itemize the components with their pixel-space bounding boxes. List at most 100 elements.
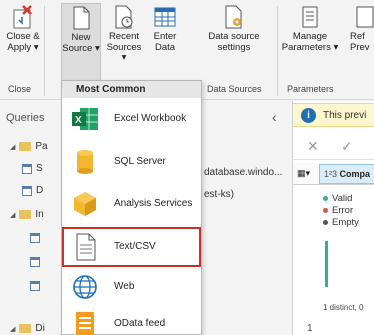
profile-label: Valid	[332, 193, 353, 204]
menu-item-analysis-services[interactable]: Analysis Services	[62, 185, 201, 223]
tree-table[interactable]	[30, 233, 44, 243]
table-icon	[30, 281, 40, 291]
tree-label: In	[35, 209, 44, 220]
menu-item-label: Analysis Services	[114, 198, 193, 209]
table-icon	[30, 257, 40, 267]
collapse-pane-icon[interactable]: ‹	[272, 109, 277, 125]
folder-icon	[19, 210, 32, 219]
recent-sources-label-2: Sources ▾	[106, 41, 142, 63]
empty-dot-icon	[323, 219, 328, 225]
info-text: This previ	[323, 110, 367, 121]
distribution-bar	[325, 241, 328, 287]
menu-item-label: Excel Workbook	[114, 113, 187, 124]
column-name: Compa	[339, 169, 371, 179]
valid-dot-icon	[323, 195, 328, 201]
group-label-close: Close	[8, 84, 32, 94]
cube-icon	[74, 192, 96, 216]
close-apply-label-2: Apply ▾	[7, 41, 39, 53]
confirm-formula-icon[interactable]: ✓	[341, 138, 353, 155]
column-header-row: ▦▾ 1²3 Compa	[293, 163, 374, 185]
refresh-preview-button[interactable]: Ref Prev	[350, 4, 374, 53]
column-type-icon[interactable]: 1²3	[324, 169, 337, 179]
menu-item-label: SQL Server	[114, 156, 166, 167]
refresh-preview-label-1: Ref	[350, 31, 365, 42]
excel-icon: X	[72, 108, 98, 130]
query-icon	[22, 185, 32, 196]
manage-parameters-label-2: Parameters ▾	[281, 41, 339, 53]
cancel-formula-icon[interactable]: ✕	[307, 138, 319, 155]
tree-folder[interactable]: ◢ Di	[10, 323, 45, 334]
refresh-icon	[356, 6, 374, 28]
tree-folder[interactable]: ◢ In	[10, 209, 44, 220]
menu-item-label: Web	[114, 281, 135, 292]
distinct-count: 1 distinct, 0	[323, 303, 364, 312]
expand-triangle-icon[interactable]: ◢	[10, 211, 15, 219]
tree-label: S	[36, 163, 43, 174]
table-icon	[30, 233, 40, 243]
menu-item-sql-server[interactable]: SQL Server	[62, 143, 201, 181]
queries-title: Queries	[6, 112, 45, 124]
menu-item-odata-feed[interactable]: OData feed	[62, 305, 201, 335]
group-separator	[277, 6, 278, 96]
profile-empty: Empty	[323, 217, 359, 228]
tree-folder[interactable]: ◢ Pa	[10, 141, 48, 152]
expand-triangle-icon[interactable]: ◢	[10, 325, 15, 333]
tree-label: Di	[35, 323, 45, 334]
row-number: 1	[307, 323, 313, 334]
info-bar: i This previ	[293, 103, 374, 127]
manage-parameters-button[interactable]: Manage Parameters ▾	[279, 4, 341, 53]
refresh-preview-label-2: Prev	[350, 41, 370, 53]
tree-query[interactable]: S	[22, 163, 43, 174]
odata-icon	[76, 312, 94, 335]
menu-item-text-csv[interactable]: Text/CSV	[62, 227, 201, 267]
profile-label: Error	[332, 205, 354, 216]
menu-item-excel-workbook[interactable]: X Excel Workbook	[62, 100, 201, 138]
info-icon: i	[301, 108, 316, 123]
manage-parameters-label-1: Manage	[292, 31, 328, 42]
new-source-icon	[73, 6, 90, 30]
close-apply-icon	[13, 5, 32, 29]
group-label-parameters: Parameters	[287, 84, 334, 94]
tree-label: D	[36, 185, 44, 196]
tree-query[interactable]: D	[22, 185, 43, 196]
enter-data-label-2: Data	[154, 41, 176, 53]
new-source-label-2: Source ▾	[62, 42, 100, 54]
profile-valid: Valid	[323, 193, 352, 204]
profile-error: Error	[323, 205, 353, 216]
data-source-settings-label-1: Data source	[208, 31, 260, 42]
table-menu-icon[interactable]: ▦▾	[297, 168, 310, 179]
data-source-settings-button[interactable]: Data source settings	[203, 4, 265, 53]
parameters-icon	[302, 6, 318, 28]
text-file-icon	[76, 233, 96, 261]
recent-sources-icon	[115, 5, 133, 29]
query-source-text: database.windo...	[204, 167, 283, 178]
folder-icon	[19, 324, 32, 333]
enter-data-button[interactable]: Enter Data	[147, 4, 183, 53]
column-header[interactable]: 1²3 Compa	[319, 164, 374, 184]
close-apply-label-1: Close &	[6, 31, 40, 42]
recent-sources-label-1: Recent	[108, 31, 140, 42]
enter-data-label-1: Enter	[153, 31, 177, 42]
error-dot-icon	[323, 207, 328, 213]
new-source-menu: Most Common X Excel Workbook SQL Server	[61, 80, 202, 335]
menu-heading: Most Common	[62, 81, 201, 98]
tree-table[interactable]	[30, 281, 44, 291]
globe-icon	[73, 275, 97, 299]
group-separator	[44, 6, 45, 96]
menu-item-label: OData feed	[114, 318, 166, 329]
query-source-text: est-ks)	[204, 189, 234, 200]
tree-table[interactable]	[30, 257, 44, 267]
recent-sources-button[interactable]: Recent Sources ▾	[103, 4, 145, 64]
tree-label: Pa	[35, 141, 48, 152]
settings-file-icon	[225, 5, 242, 29]
expand-triangle-icon[interactable]: ◢	[10, 143, 15, 151]
new-source-button[interactable]: New Source ▾	[61, 3, 101, 81]
folder-icon	[19, 142, 32, 151]
menu-item-web[interactable]: Web	[62, 268, 201, 306]
close-apply-button[interactable]: Close & Apply ▾	[4, 4, 42, 53]
formula-bar[interactable]: ✕ ✓	[293, 134, 374, 160]
table-icon	[154, 7, 176, 27]
menu-item-label: Text/CSV	[114, 241, 156, 252]
data-preview-pane: i This previ ✕ ✓ ▦▾ 1²3 Compa Valid Erro…	[292, 101, 374, 335]
profile-label: Empty	[332, 217, 359, 228]
